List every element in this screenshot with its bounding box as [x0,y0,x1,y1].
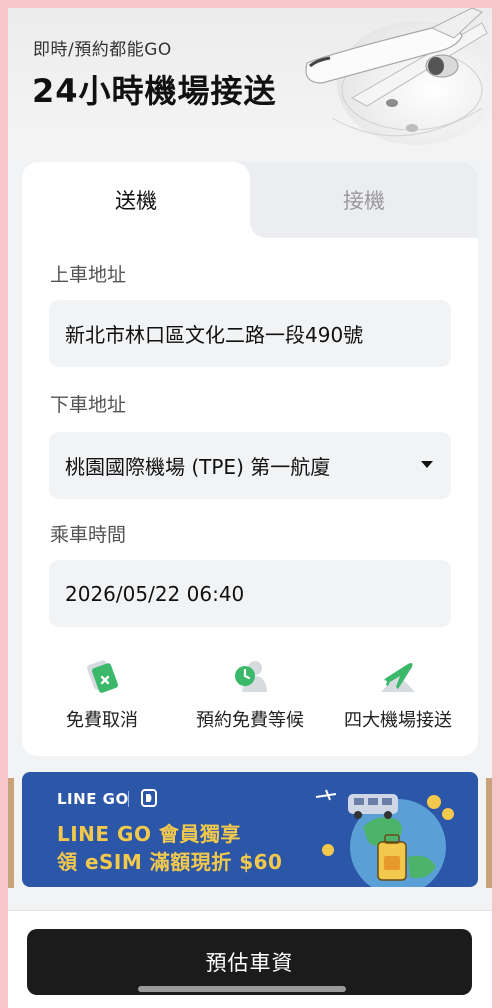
estimate-fare-button-label: 預估車資 [205,951,294,975]
banner-offer: 領 eSIM 滿額現折 $60 [57,850,283,874]
pickup-address-value: 新北市林口區文化二路一段490號 [65,323,364,347]
home-indicator[interactable] [138,986,346,992]
booking-card: 接機 送機 上車地址 新北市林口區文化二路一段490號 下車地址 桃園國際機場 … [22,162,478,756]
free-cancel-ticket-icon [87,660,118,693]
tab-dropoff[interactable]: 送機 [22,162,266,238]
clock-person-icon [235,661,267,692]
banner-brand-text: LINE GO [57,790,129,808]
partner-logo-icon [141,789,157,807]
tab-pickup[interactable]: 接機 [250,162,478,238]
ride-time-label: 乘車時間 [50,524,127,546]
banner-headline: LINE GO 會員獨享 [57,822,241,846]
carousel-peek-left [8,778,14,888]
ride-time-field[interactable]: 2026/05/22 06:40 [49,560,451,627]
trip-type-tabs: 接機 送機 [22,162,478,238]
feature-four-airports: 四大機場接送 [322,656,474,732]
feature-highlights: 免費取消 預約免費等候 四大機場接送 [22,656,478,736]
carousel-peek-right [486,778,492,888]
dropoff-address-select[interactable]: 桃園國際機場 (TPE) 第一航廈 [49,432,451,499]
feature-free-wait: 預約免費等候 [174,656,326,732]
pickup-address-field[interactable]: 新北市林口區文化二路一段490號 [49,300,451,367]
page-title: 24小時機場接送 [32,72,277,110]
dropdown-caret-icon [421,461,433,468]
dropoff-address-value: 桃園國際機場 (TPE) 第一航廈 [65,455,331,479]
ride-time-value: 2026/05/22 06:40 [65,581,245,606]
feature-free-wait-label: 預約免費等候 [196,710,304,731]
hero-subtitle: 即時/預約都能GO [33,40,172,60]
promo-banner[interactable]: LINE GO LINE GO 會員獨享 領 eSIM 滿額現折 $60 [22,772,478,887]
banner-divider [128,791,129,807]
tab-dropoff-label: 送機 [115,189,157,213]
plane-icon [381,663,415,692]
dropoff-address-label: 下車地址 [50,394,127,416]
feature-free-cancel-label: 免費取消 [66,710,138,731]
feature-free-cancel: 免費取消 [26,656,178,732]
pickup-address-label: 上車地址 [50,264,127,286]
feature-four-airports-label: 四大機場接送 [344,710,452,731]
bottom-action-bar: 預估車資 [8,910,492,1008]
airplane-illustration [305,8,492,145]
app-screen: 即時/預約都能GO 24小時機場接送 接機 送機 上車地址 新北市林口區文化二路… [8,8,492,1008]
globe-esim-illustration [315,789,454,887]
tab-pickup-label: 接機 [343,189,385,213]
